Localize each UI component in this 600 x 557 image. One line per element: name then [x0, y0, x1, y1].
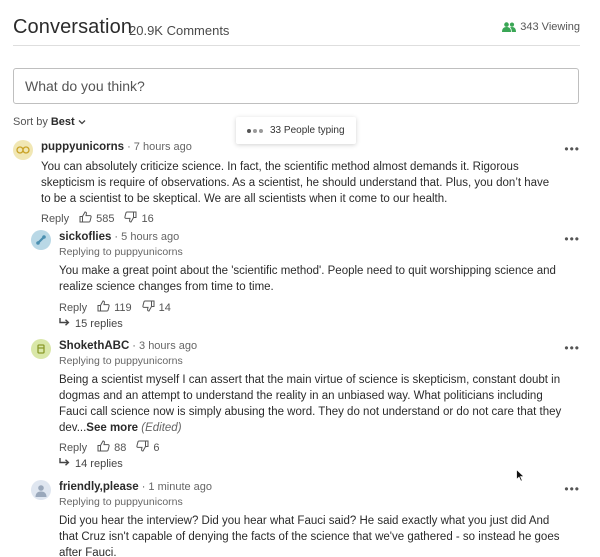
view-replies-button[interactable]: 15 replies — [59, 318, 123, 330]
typing-dots-icon — [247, 128, 263, 133]
users-icon — [502, 22, 517, 32]
comment-actions: Reply 585 16 — [41, 211, 154, 226]
comment-header: sickoflies · 5 hours ago — [59, 231, 180, 243]
more-options-icon[interactable]: ••• — [564, 482, 580, 496]
typing-text: 33 People typing — [270, 125, 345, 136]
comment-author[interactable]: ShokethABC — [59, 340, 129, 352]
comment: sickoflies · 5 hours ago Replying to pupp… — [31, 230, 580, 335]
comment-header: friendly,please · 1 minute ago — [59, 481, 213, 493]
reply-button[interactable]: Reply — [59, 442, 87, 454]
dislike-button[interactable]: 6 — [136, 440, 160, 455]
reply-button[interactable]: Reply — [59, 302, 87, 314]
avatar[interactable] — [31, 480, 51, 500]
comment-text: You make a great point about the 'scient… — [59, 265, 556, 293]
comment: ShokethABC · 3 hours ago Replying to pupp… — [31, 339, 580, 474]
comment: puppyunicorns · 7 hours ago ••• You can a… — [13, 140, 580, 230]
thumbs-down-icon — [136, 440, 149, 455]
viewing-label: 343 Viewing — [520, 21, 580, 33]
replying-to: Replying to puppyunicorns — [59, 496, 183, 508]
comment-author[interactable]: friendly,please — [59, 481, 139, 493]
comment-time: 5 hours ago — [121, 231, 180, 243]
reply-button[interactable]: Reply — [41, 213, 69, 225]
like-count: 585 — [96, 212, 115, 225]
like-button[interactable]: 119 — [97, 300, 132, 315]
edited-label: (Edited) — [141, 422, 182, 434]
comment-input[interactable] — [13, 68, 579, 104]
comment-count: 20.9K Comments — [129, 23, 230, 38]
sort-dropdown[interactable]: Sort by Best — [13, 116, 86, 128]
dislike-button[interactable]: 16 — [124, 211, 154, 226]
like-button[interactable]: 88 — [97, 440, 126, 455]
comment-text: You can absolutely criticize science. In… — [41, 161, 550, 205]
dislike-count: 6 — [153, 441, 160, 454]
more-options-icon[interactable]: ••• — [564, 232, 580, 246]
comment-header: puppyunicorns · 7 hours ago — [41, 141, 192, 153]
thumbs-down-icon — [142, 300, 155, 315]
comment-text: Did you hear the interview? Did you hear… — [59, 515, 560, 557]
thumbs-up-icon — [97, 300, 110, 315]
dislike-count: 16 — [141, 212, 154, 225]
comment-time: 1 minute ago — [148, 481, 213, 493]
chevron-down-icon — [78, 116, 86, 128]
page-title: Conversation — [13, 16, 133, 38]
thumbs-up-icon — [97, 440, 110, 455]
replies-count: 14 replies — [75, 458, 123, 470]
comment-author[interactable]: sickoflies — [59, 231, 111, 243]
see-more-link[interactable]: See more — [86, 422, 138, 434]
replying-to: Replying to puppyunicorns — [59, 246, 183, 258]
replies-count: 15 replies — [75, 318, 123, 330]
viewing-count: 343 Viewing — [502, 21, 580, 33]
comment-header: ShokethABC · 3 hours ago — [59, 340, 198, 352]
dislike-button[interactable]: 14 — [142, 300, 171, 315]
avatar[interactable] — [31, 339, 51, 359]
like-count: 119 — [114, 301, 132, 314]
comment-text-block: Being a scientist myself I can assert th… — [59, 372, 569, 436]
reply-arrow-icon — [59, 318, 70, 330]
sort-label: Sort by — [13, 116, 48, 128]
view-replies-button[interactable]: 14 replies — [59, 458, 123, 470]
like-count: 88 — [114, 441, 127, 454]
more-options-icon[interactable]: ••• — [564, 341, 580, 355]
thumbs-down-icon — [124, 211, 137, 226]
comment: friendly,please · 1 minute ago Replying t… — [31, 480, 580, 557]
like-button[interactable]: 585 — [79, 211, 114, 226]
comment-actions: Reply 88 6 — [59, 440, 160, 455]
mouse-cursor-icon — [516, 468, 526, 487]
comment-time: 3 hours ago — [139, 340, 198, 352]
comment-time: 7 hours ago — [133, 141, 192, 153]
replying-to: Replying to puppyunicorns — [59, 355, 183, 367]
thumbs-up-icon — [79, 211, 92, 226]
avatar[interactable] — [13, 140, 33, 160]
comment-actions: Reply 119 14 — [59, 300, 171, 315]
avatar[interactable] — [31, 230, 51, 250]
sort-value: Best — [50, 116, 75, 128]
more-options-icon[interactable]: ••• — [564, 142, 580, 156]
conversation-header: Conversation 20.9K Comments 343 Viewing — [13, 14, 580, 46]
reply-arrow-icon — [59, 458, 70, 470]
comment-author[interactable]: puppyunicorns — [41, 141, 124, 153]
dislike-count: 14 — [158, 301, 171, 314]
